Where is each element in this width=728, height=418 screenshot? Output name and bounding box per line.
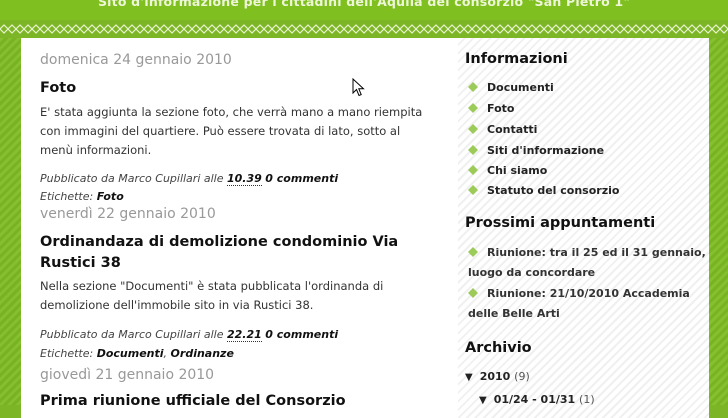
diamond-bullet-icon	[468, 165, 478, 175]
label-link[interactable]: Ordinanze	[171, 347, 234, 360]
content-panel: domenica 24 gennaio 2010 Foto E' stata a…	[21, 38, 709, 418]
archive-week-count: (1)	[579, 393, 595, 406]
post-date: domenica 24 gennaio 2010	[40, 52, 232, 68]
archive-year-count: (9)	[514, 370, 530, 383]
sidebar-heading-informazioni: Informazioni	[465, 51, 568, 67]
diamond-bullet-icon	[468, 145, 478, 155]
archive-week-row[interactable]: ▼ 01/24 - 01/31 (1)	[479, 393, 595, 406]
post-title[interactable]: Ordinandaza di demolizione condominio Vi…	[40, 232, 440, 274]
sidebar-heading-archivio: Archivio	[465, 340, 532, 356]
post-title[interactable]: Prima riunione ufficiale del Consorzio	[40, 391, 440, 412]
sidebar-link-siti-informazione[interactable]: Siti d'informazione	[468, 141, 604, 161]
sidebar-link-statuto[interactable]: Statuto del consorzio	[468, 181, 619, 201]
labels-prefix: Etichette:	[40, 347, 94, 360]
diamond-bullet-icon	[468, 288, 478, 298]
post-body: E' stata aggiunta la sezione foto, che v…	[40, 105, 423, 157]
archive-year-row[interactable]: ▼ 2010 (9)	[465, 370, 530, 383]
diamond-bullet-icon	[468, 124, 478, 134]
post-date: giovedì 21 gennaio 2010	[40, 367, 215, 383]
diamond-bullet-icon	[468, 103, 478, 113]
expand-triangle-icon[interactable]: ▼	[479, 395, 487, 406]
header-zigzag-border	[0, 20, 728, 38]
appointment-item: Riunione: tra il 25 ed il 31 gennaio, lu…	[468, 246, 706, 279]
diamond-bullet-icon	[468, 185, 478, 195]
post-title[interactable]: Foto	[40, 78, 440, 99]
archive-year-link[interactable]: 2010	[480, 370, 511, 383]
sidebar-link-chi-siamo[interactable]: Chi siamo	[468, 161, 547, 181]
sidebar-link-foto[interactable]: Foto	[468, 99, 514, 119]
appointment-item: Riunione: 21/10/2010 Accademia delle Bel…	[468, 287, 690, 320]
post-labels: Etichette: Foto	[40, 188, 124, 206]
label-link[interactable]: Documenti	[97, 347, 164, 360]
post-time-link[interactable]: 10.39	[227, 172, 262, 186]
post-date: venerdì 22 gennaio 2010	[40, 206, 216, 222]
post-comments-link[interactable]: 0 commenti	[265, 328, 338, 341]
post-author-line: Pubblicato da Marco Cupillari alle	[40, 328, 224, 341]
post-labels: Etichette: Documenti, Ordinanze	[40, 347, 234, 360]
post-comments-link[interactable]: 0 commenti	[265, 172, 338, 185]
diamond-bullet-icon	[468, 247, 478, 257]
diamond-bullet-icon	[468, 82, 478, 92]
sidebar-link-contatti[interactable]: Contatti	[468, 120, 537, 140]
header-bar: Sito d'informazione per i cittadini dell…	[0, 0, 728, 20]
sidebar-link-documenti[interactable]: Documenti	[468, 78, 554, 98]
post-body: Nella sezione "Documenti" è stata pubbli…	[40, 279, 384, 312]
expand-triangle-icon[interactable]: ▼	[465, 372, 473, 383]
post-meta: Pubblicato da Marco Cupillari alle 10.39…	[40, 170, 338, 188]
post-author-line: Pubblicato da Marco Cupillari alle	[40, 172, 224, 185]
post-time-link[interactable]: 22.21	[227, 328, 262, 342]
label-link[interactable]: Foto	[97, 190, 124, 203]
site-tagline: Sito d'informazione per i cittadini dell…	[97, 0, 631, 9]
post-meta: Pubblicato da Marco Cupillari alle 22.21…	[40, 326, 338, 344]
sidebar-heading-appuntamenti: Prossimi appuntamenti	[465, 215, 656, 231]
archive-week-link[interactable]: 01/24 - 01/31	[494, 393, 576, 406]
mouse-pointer-icon	[352, 78, 365, 97]
labels-prefix: Etichette:	[40, 190, 94, 203]
